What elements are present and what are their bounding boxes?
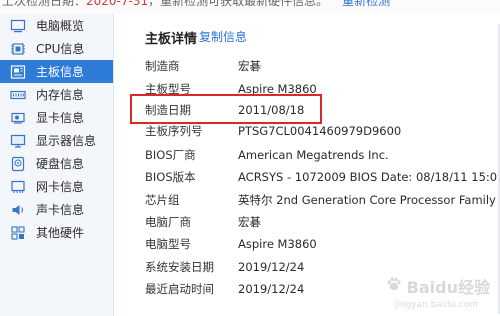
memory-icon <box>10 87 26 103</box>
sidebar-item-label: 电脑概览 <box>36 18 85 33</box>
hardware-sidebar: 电脑概览 CPU信息 主板信息 内存信息 显卡信息 显示器信息 硬盘信息 网卡信… <box>0 14 114 316</box>
info-label: 制造商 <box>145 59 180 73</box>
sidebar-item-other-hardware[interactable]: 其他硬件 <box>0 221 113 244</box>
motherboard-icon <box>10 64 26 80</box>
last-check-message: ，重新检测可获取最新硬件信息。 <box>148 0 329 8</box>
info-label: BIOS版本 <box>145 170 196 184</box>
info-value: 英特尔 2nd Generation Core Processor Family… <box>238 193 500 207</box>
sidebar-item-label: 主板信息 <box>36 64 85 79</box>
other-hardware-icon <box>10 225 26 241</box>
baidu-watermark: Baidu经验 <box>385 274 490 298</box>
watermark-url: jingyan.baidu.com <box>394 300 478 310</box>
info-label: 系统安装日期 <box>145 260 214 274</box>
sidebar-item-monitor[interactable]: 显示器信息 <box>0 129 113 152</box>
info-value: 2019/12/24 <box>238 260 305 274</box>
paw-icon <box>385 275 403 297</box>
motherboard-details-panel: 主板详情 复制信息 制造商 宏碁 主板型号 Aspire M3860 制造日期 … <box>115 14 500 316</box>
info-value: 宏碁 <box>238 215 261 229</box>
info-label: 最近启动时间 <box>145 282 214 296</box>
info-row-bios-version: BIOS版本 ACRSYS - 1072009 BIOS Date: 08/18… <box>145 167 500 187</box>
graphics-card-icon <box>10 110 26 126</box>
info-row-bios-vendor: BIOS厂商 American Megatrends Inc. <box>145 145 500 165</box>
info-label: BIOS厂商 <box>145 148 196 162</box>
info-row-manufacturer: 制造商 宏碁 <box>145 56 500 76</box>
info-row-board-model: 主板型号 Aspire M3860 <box>145 79 500 99</box>
last-check-prefix: 上次检测日期： <box>2 0 87 8</box>
last-check-date: 2020-7-31 <box>86 0 149 8</box>
info-label: 主板型号 <box>145 82 191 96</box>
info-row-pc-model: 电脑型号 Aspire M3860 <box>145 234 500 254</box>
sidebar-item-label: 硬盘信息 <box>36 156 85 171</box>
info-row-chipset: 芯片组 英特尔 2nd Generation Core Processor Fa… <box>145 190 500 210</box>
sidebar-item-graphics-card[interactable]: 显卡信息 <box>0 106 113 129</box>
info-label: 电脑厂商 <box>145 215 191 229</box>
sound-card-icon <box>10 202 26 218</box>
sidebar-item-memory[interactable]: 内存信息 <box>0 83 113 106</box>
info-value: 2019/12/24 <box>238 282 305 296</box>
monitor-icon <box>10 133 26 149</box>
info-label: 主板序列号 <box>145 124 203 138</box>
sidebar-item-motherboard[interactable]: 主板信息 <box>0 60 113 83</box>
copy-info-link[interactable]: 复制信息 <box>199 28 247 45</box>
info-row-manufacture-date: 制造日期 2011/08/18 <box>145 100 500 120</box>
watermark-logo-text: Baidu经验 <box>406 278 490 297</box>
sidebar-item-label: 显卡信息 <box>36 110 85 125</box>
sidebar-item-network-card[interactable]: 网卡信息 <box>0 175 113 198</box>
info-value: PTSG7CL0041460979D9600 <box>238 124 402 138</box>
info-value: 宏碁 <box>238 59 261 73</box>
info-value: Aspire M3860 <box>238 237 317 251</box>
last-check-banner: 上次检测日期：2020-7-31，重新检测可获取最新硬件信息。 重新检测 <box>0 0 500 14</box>
info-label: 芯片组 <box>145 193 180 207</box>
hard-disk-icon <box>10 156 26 172</box>
computer-overview-icon <box>10 18 26 34</box>
sidebar-item-hard-disk[interactable]: 硬盘信息 <box>0 152 113 175</box>
info-label: 制造日期 <box>145 103 191 117</box>
network-card-icon <box>10 179 26 195</box>
info-value: ACRSYS - 1072009 BIOS Date: 08/18/11 15:… <box>238 170 500 184</box>
info-value: Aspire M3860 <box>238 82 317 96</box>
hardware-info-window: 上次检测日期：2020-7-31，重新检测可获取最新硬件信息。 重新检测 电脑概览 <box>0 0 500 316</box>
sidebar-item-label: 显示器信息 <box>36 133 97 148</box>
info-value: American Megatrends Inc. <box>238 148 389 162</box>
sidebar-item-label: CPU信息 <box>36 41 85 56</box>
info-label: 电脑型号 <box>145 237 191 251</box>
sidebar-item-label: 声卡信息 <box>36 202 85 217</box>
info-row-board-serial: 主板序列号 PTSG7CL0041460979D9600 <box>145 121 500 141</box>
section-title: 主板详情 <box>145 32 198 47</box>
sidebar-item-label: 内存信息 <box>36 87 85 102</box>
info-value: 2011/08/18 <box>238 103 305 117</box>
sidebar-item-label: 网卡信息 <box>36 179 85 194</box>
sidebar-item-computer-overview[interactable]: 电脑概览 <box>0 14 113 37</box>
refresh-detection-link[interactable]: 重新检测 <box>342 0 390 8</box>
sidebar-item-cpu[interactable]: CPU信息 <box>0 37 113 60</box>
cpu-icon <box>10 41 26 57</box>
info-row-pc-vendor: 电脑厂商 宏碁 <box>145 212 500 232</box>
sidebar-item-sound-card[interactable]: 声卡信息 <box>0 198 113 221</box>
last-check-text: 上次检测日期：2020-7-31，重新检测可获取最新硬件信息。 重新检测 <box>2 0 390 8</box>
sidebar-item-label: 其他硬件 <box>36 225 85 240</box>
